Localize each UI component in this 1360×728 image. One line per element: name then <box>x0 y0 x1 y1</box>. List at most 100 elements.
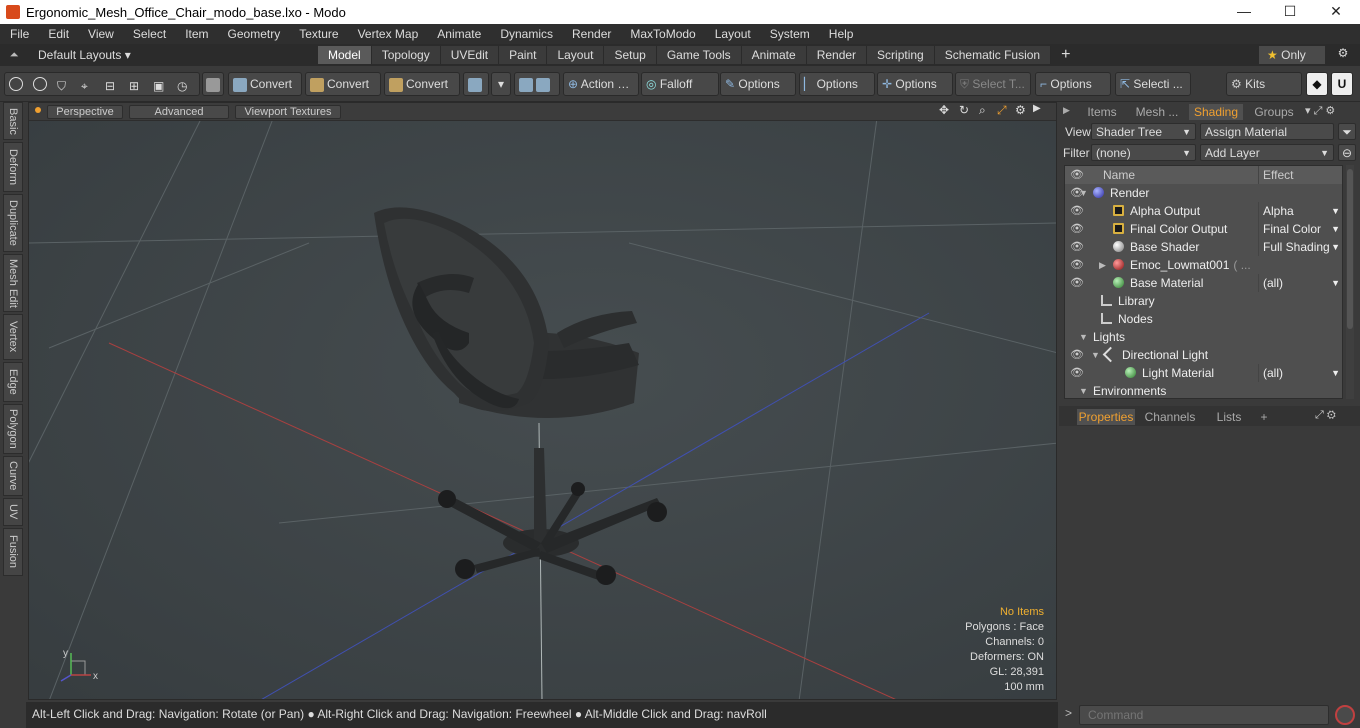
options-button-4[interactable]: ⌐ Options <box>1035 72 1111 96</box>
tab-vertex[interactable]: Vertex <box>3 314 23 360</box>
shader-tree-row[interactable]: 👁 Base Shader Full Shading ▼ <box>1065 238 1342 256</box>
effect-cell[interactable]: (all) ▼ <box>1258 274 1342 292</box>
tab-fusion[interactable]: Fusion <box>3 528 23 576</box>
effect-cell[interactable]: Final Color ▼ <box>1258 220 1342 238</box>
tab-items[interactable]: Items <box>1079 104 1125 120</box>
tab-animate[interactable]: Animate <box>741 46 807 64</box>
tab-shading[interactable]: Shading <box>1189 104 1243 120</box>
tab-uv[interactable]: UV <box>3 498 23 526</box>
tab-schematic-fusion[interactable]: Schematic Fusion <box>934 46 1052 64</box>
minimize-button[interactable]: — <box>1221 0 1267 24</box>
viewport-indicator-icon[interactable] <box>35 107 41 113</box>
viewport-textures-dropdown[interactable]: Viewport Textures <box>235 105 341 119</box>
shader-tree-row[interactable]: 👁 Light Material (all) ▼ <box>1065 364 1342 382</box>
tab-basic[interactable]: Basic <box>3 102 23 140</box>
rotate-icon[interactable]: ↻ <box>959 103 969 117</box>
tab-paint[interactable]: Paint <box>499 46 548 64</box>
viewport-gear-icon[interactable]: ⚙ <box>1015 103 1026 117</box>
selection-sets-button[interactable]: ⇱ Selecti ... <box>1115 72 1191 96</box>
menu-maxtomodo[interactable]: MaxToModo <box>620 27 704 41</box>
eye-icon[interactable]: 👁 <box>1069 274 1085 292</box>
tree-scrollbar[interactable] <box>1346 165 1354 399</box>
tab-channels[interactable]: Channels <box>1141 409 1199 425</box>
menu-render[interactable]: Render <box>562 27 620 41</box>
command-input[interactable] <box>1079 705 1329 725</box>
view-dropdown[interactable]: Shader Tree ▼ <box>1091 123 1196 140</box>
eye-icon[interactable]: 👁 <box>1069 238 1085 256</box>
mesh-cube-icon[interactable] <box>463 72 489 96</box>
effect-cell[interactable]: Full Shading ▼ <box>1258 238 1342 256</box>
expand-icon[interactable]: ▼ <box>1091 346 1100 364</box>
symmetry-icons[interactable] <box>514 72 560 96</box>
record-icon[interactable] <box>1335 705 1355 725</box>
panel-collapse-icon[interactable]: ▶ <box>1063 105 1070 116</box>
chevron-down-icon[interactable]: ▼ <box>1331 202 1340 220</box>
menu-file[interactable]: File <box>0 27 38 41</box>
tab-uvedit[interactable]: UVEdit <box>440 46 500 64</box>
shader-tree-row[interactable]: ▼ Environments <box>1065 382 1342 398</box>
menu-dynamics[interactable]: Dynamics <box>490 27 562 41</box>
expand-icon[interactable]: ▼ <box>1079 184 1088 202</box>
only-toggle[interactable]: ★ Only <box>1259 46 1325 64</box>
chevron-down-icon[interactable]: ▼ <box>1331 238 1340 256</box>
tab-polygon[interactable]: Polygon <box>3 404 23 454</box>
tab-model[interactable]: Model <box>318 46 372 64</box>
default-layouts-dropdown[interactable]: Default Layouts ▾ <box>28 48 318 62</box>
tab-game-tools[interactable]: Game Tools <box>656 46 742 64</box>
properties-options-icon[interactable]: ⤢ ⚙ <box>1315 409 1336 422</box>
edges-mode-icon[interactable]: ⊟ <box>105 75 115 95</box>
shader-tree-row[interactable]: 👁 ▼ Render <box>1065 184 1342 202</box>
menu-select[interactable]: Select <box>123 27 175 41</box>
effect-column-header[interactable]: Effect <box>1258 166 1342 184</box>
panel-options-icon[interactable]: ▾ ⤢ ⚙ <box>1305 104 1335 118</box>
eye-icon[interactable]: 👁 <box>1069 220 1085 238</box>
options-button-2[interactable]: ▏ Options <box>799 72 875 96</box>
add-layer-dropdown[interactable]: Add Layer ▼ <box>1200 144 1334 161</box>
menu-layout[interactable]: Layout <box>705 27 760 41</box>
filter-icon[interactable]: ⏷ <box>1338 123 1356 140</box>
tree-scrollbar-thumb[interactable] <box>1347 169 1353 329</box>
menu-edit[interactable]: Edit <box>38 27 78 41</box>
tab-mesh-edit[interactable]: Mesh Edit <box>3 254 23 312</box>
menu-item[interactable]: Item <box>175 27 217 41</box>
options-button-1[interactable]: ✎ Options <box>720 72 796 96</box>
tab-deform[interactable]: Deform <box>3 142 23 192</box>
kits-button[interactable]: ⚙ Kits <box>1226 72 1302 96</box>
shader-tree-row[interactable]: Library <box>1065 292 1342 310</box>
assign-material-button[interactable]: Assign Material <box>1200 123 1334 140</box>
effect-cell[interactable]: Alpha ▼ <box>1258 202 1342 220</box>
menu-view[interactable]: View <box>78 27 123 41</box>
advanced-dropdown[interactable]: Advanced <box>129 105 229 119</box>
convert-button-3[interactable]: Convert <box>384 72 460 96</box>
polygon-mode-icon[interactable]: ⌖ <box>81 75 88 95</box>
maximize-viewport-icon[interactable]: ⤢ <box>997 103 1007 118</box>
menu-system[interactable]: System <box>760 27 819 41</box>
close-button[interactable]: ✕ <box>1313 0 1359 24</box>
tab-lists[interactable]: Lists <box>1205 409 1253 425</box>
pivot-mode-icon[interactable]: ◷ <box>177 75 187 95</box>
3d-viewport[interactable]: y x Perspective Advanced Viewport Textur… <box>28 102 1057 700</box>
maximize-button[interactable]: ☐ <box>1267 0 1313 24</box>
vertices-mode-icon[interactable] <box>9 77 23 91</box>
shader-tree-row[interactable]: 👁 Final Color Output Final Color ▼ <box>1065 220 1342 238</box>
zoom-icon[interactable]: ⌕ <box>979 103 986 118</box>
convert-button-1[interactable]: Convert <box>228 72 302 96</box>
tab-scripting[interactable]: Scripting <box>867 46 935 64</box>
name-column-header[interactable]: Name <box>1103 166 1135 184</box>
tab-properties[interactable]: Properties <box>1077 409 1135 425</box>
shader-tree-row[interactable]: 👁 ▼ Directional Light <box>1065 346 1342 364</box>
effect-cell[interactable]: (all) ▼ <box>1258 364 1342 382</box>
tab-mesh[interactable]: Mesh ... <box>1129 104 1185 120</box>
add-tab-button[interactable]: + <box>1257 409 1271 425</box>
collapsed-arrow-icon[interactable]: ▶ <box>1099 256 1106 274</box>
shader-tree-row[interactable]: 👁▶Emoc_Lowmat001( ...▼ <box>1065 256 1342 274</box>
globe-icon[interactable] <box>33 77 47 91</box>
eye-icon[interactable]: 👁 <box>1069 364 1085 382</box>
cube-icon[interactable] <box>202 72 224 96</box>
tab-layout[interactable]: Layout <box>547 46 605 64</box>
action-center-button[interactable]: ⊕ Action … <box>563 72 639 96</box>
eye-icon[interactable]: 👁 <box>1069 202 1085 220</box>
chevron-down-icon[interactable]: ▼ <box>1331 220 1340 238</box>
pen-icon[interactable]: ⛉ <box>57 75 66 95</box>
menu-vertex-map[interactable]: Vertex Map <box>348 27 428 41</box>
